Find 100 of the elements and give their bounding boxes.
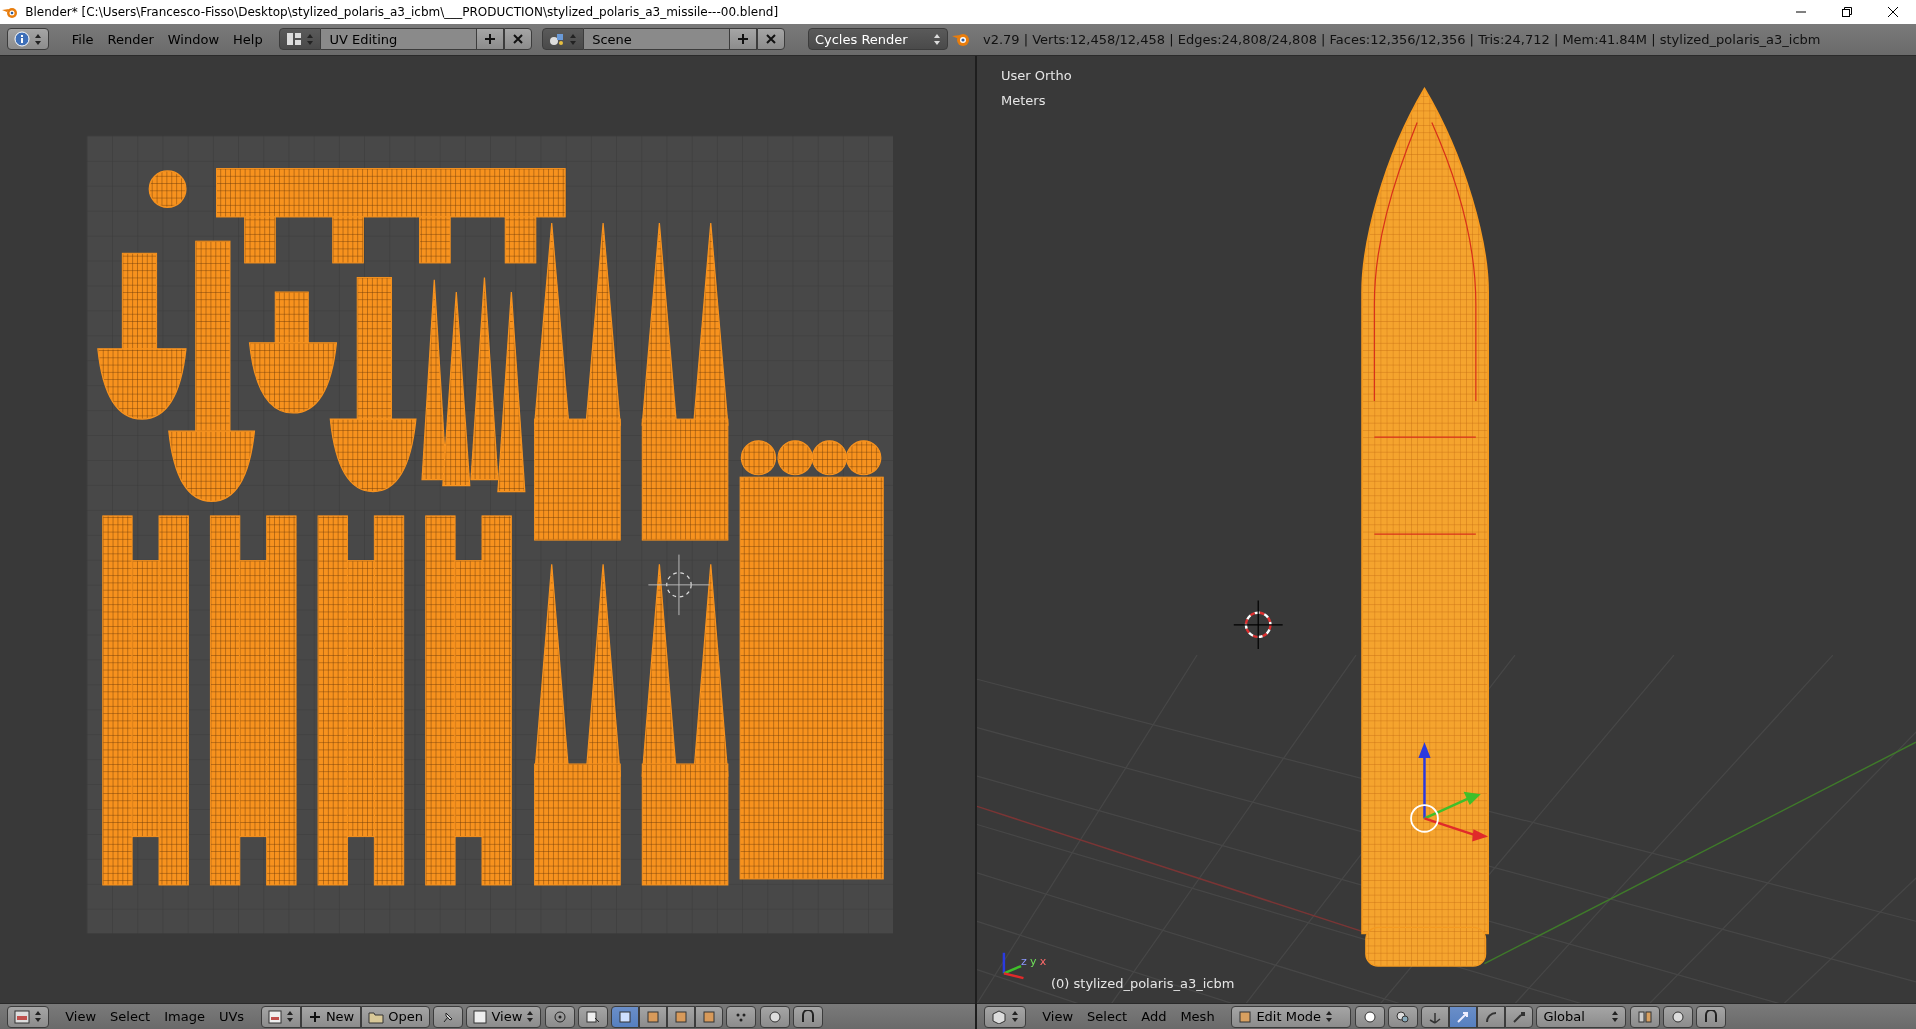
updown-arrows-icon [33, 32, 42, 46]
layout-grid-browse-button[interactable] [279, 28, 322, 51]
image-icon [473, 1009, 488, 1024]
image-icon [267, 1009, 282, 1024]
pin-button[interactable] [433, 1005, 464, 1028]
restore-icon [1842, 7, 1852, 17]
proportional-editing-icon [766, 1009, 783, 1024]
selection-mode-button[interactable] [611, 1005, 640, 1028]
pivot-button[interactable] [1387, 1005, 1418, 1028]
layout-name-field[interactable]: UV Editing [321, 28, 477, 51]
select-mode-icon [702, 1009, 717, 1024]
axis-label: y [1030, 955, 1037, 969]
edit-mode-icon [1238, 1009, 1253, 1024]
scene-name-field[interactable]: Scene [584, 28, 730, 51]
sync-selection-button[interactable] [577, 1005, 608, 1028]
updown-arrows-icon [932, 32, 941, 46]
folder-icon [368, 1009, 385, 1024]
sync-selection-icon [584, 1009, 601, 1024]
plus-icon [483, 32, 498, 47]
proportional-editing-button[interactable] [1662, 1005, 1693, 1028]
axis-label: x [1039, 955, 1047, 969]
updown-arrows-icon [1010, 1010, 1019, 1024]
menu-item[interactable]: Select [1080, 1006, 1135, 1027]
transform-manipulator-icon [1410, 741, 1489, 842]
updown-arrows-icon [569, 32, 578, 46]
sticky-selection-button[interactable] [726, 1005, 757, 1028]
snap-icon [1703, 1009, 1720, 1024]
new-image-button[interactable]: New [300, 1005, 362, 1028]
scene-browse-button[interactable] [542, 28, 585, 51]
viewport-shading-icon [1361, 1009, 1378, 1024]
layers-icon [1636, 1009, 1653, 1024]
translate-tool-button[interactable] [1449, 1005, 1478, 1028]
translate-icon [1456, 1009, 1471, 1024]
viewport-shading-button[interactable] [1354, 1005, 1385, 1028]
orientation-dropdown[interactable]: Global [1536, 1005, 1627, 1028]
menu-item[interactable]: Mesh [1173, 1006, 1222, 1027]
menu-item[interactable]: Select [103, 1006, 158, 1027]
layout-grid-icon [286, 32, 303, 47]
snap-icon [799, 1009, 816, 1024]
rotate-tool-button[interactable] [1477, 1005, 1506, 1028]
close-icon [1888, 7, 1898, 17]
active-object-label: (0) stylized_polaris_a3_icbm [1051, 974, 1235, 993]
pivot-icon [1394, 1009, 1411, 1024]
window-title: Blender* [C:\Users\Francesco-Fisso\Desktop\stylized_polaris_a3_icbm\___PRODUCTION\stylized_polaris_a3_missile---00.blend] [25, 4, 780, 21]
menu-item[interactable]: Image [157, 1006, 212, 1027]
updown-arrows-icon [33, 1010, 42, 1024]
scale-tool-button[interactable] [1505, 1005, 1534, 1028]
add-button[interactable] [729, 28, 758, 51]
selection-mode-button[interactable] [695, 1005, 724, 1028]
info-icon [13, 31, 30, 48]
select-mode-icon [646, 1009, 661, 1024]
image-editor-icon [13, 1009, 30, 1024]
layers-button[interactable] [1629, 1005, 1660, 1028]
editor-type-button[interactable] [6, 28, 49, 51]
pivot-button[interactable] [544, 1005, 575, 1028]
selection-mode-button[interactable] [667, 1005, 696, 1028]
mode-dropdown[interactable]: Edit Mode [1231, 1005, 1352, 1028]
menu-item[interactable]: Window [160, 29, 227, 50]
proportional-editing-button[interactable] [759, 1005, 790, 1028]
updown-arrows-icon [1611, 1010, 1620, 1024]
view-name-label: User Ortho [1001, 66, 1072, 85]
menu-item[interactable]: File [64, 29, 101, 50]
add-button[interactable] [476, 28, 505, 51]
scene-icon [549, 32, 566, 47]
scene-statistics: v2.79 | Verts:12,458/12,458 | Edges:24,808/24,808 | Faces:12,356/12,356 | Tris:24,712 | Mem:41.84M | stylized_polaris_a3_icbm [982, 30, 1821, 49]
menu-item[interactable]: View [58, 1006, 104, 1027]
editor-type-button[interactable] [983, 1005, 1026, 1028]
remove-button[interactable] [757, 28, 786, 51]
menu-item[interactable]: View [1035, 1006, 1081, 1027]
menu-item[interactable]: Render [100, 29, 161, 50]
menu-item[interactable]: UVs [211, 1006, 252, 1027]
manipulator-toggle-button[interactable] [1421, 1005, 1450, 1028]
remove-button[interactable] [504, 28, 533, 51]
plus-icon [307, 1009, 322, 1024]
cursor-icon [647, 553, 711, 616]
updown-arrows-icon [285, 1010, 294, 1024]
editor-type-button[interactable] [6, 1005, 49, 1028]
pivot-icon [551, 1009, 568, 1024]
select-mode-icon [674, 1009, 689, 1024]
selection-mode-button[interactable] [639, 1005, 668, 1028]
snap-button[interactable] [1696, 1005, 1727, 1028]
select-mode-icon [618, 1009, 633, 1024]
image-browse-button[interactable] [260, 1005, 301, 1028]
menu-item[interactable]: Help [226, 29, 270, 50]
menu-item[interactable]: Add [1134, 1006, 1174, 1027]
updown-arrows-icon [1325, 1010, 1334, 1024]
updown-arrows-icon [306, 32, 315, 46]
updown-arrows-icon [526, 1010, 535, 1024]
3d-cursor-icon [1233, 599, 1284, 650]
open-image-button[interactable]: Open [361, 1005, 430, 1028]
units-label: Meters [1001, 91, 1046, 110]
render-engine-dropdown[interactable]: Cycles Render [807, 28, 948, 51]
axis-label: z [1021, 955, 1027, 969]
rotate-icon [1484, 1009, 1499, 1024]
plus-icon [736, 32, 751, 47]
proportional-editing-icon [1669, 1009, 1686, 1024]
scale-icon [1512, 1009, 1527, 1024]
snap-button[interactable] [792, 1005, 823, 1028]
view-mode-dropdown[interactable]: View [466, 1005, 542, 1028]
cube-icon [990, 1009, 1007, 1024]
